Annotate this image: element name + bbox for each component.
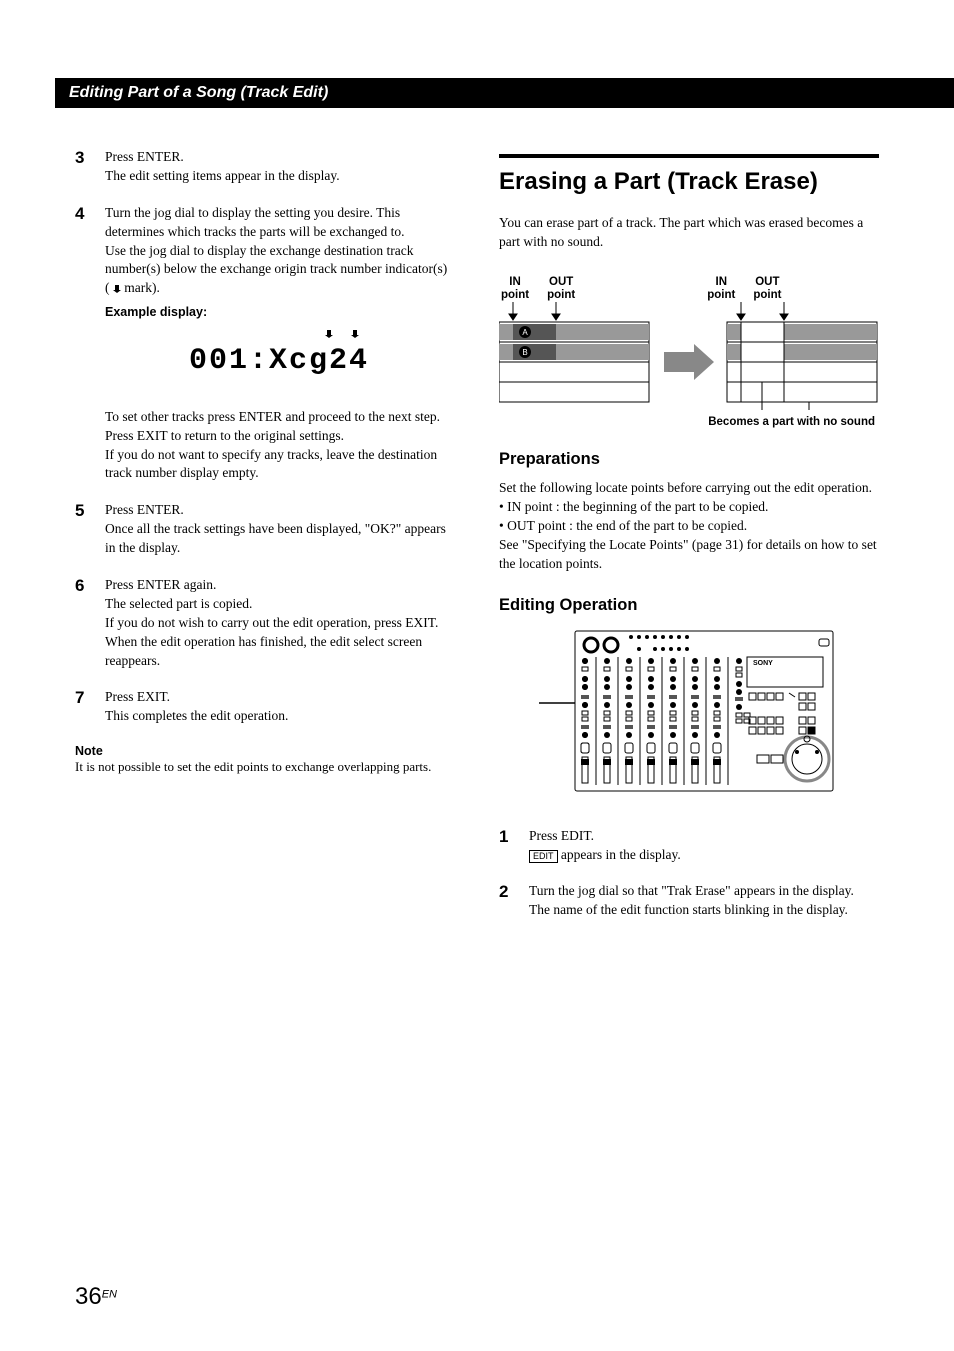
section-header: Editing Part of a Song (Track Edit) xyxy=(55,78,954,108)
svg-text:B: B xyxy=(522,348,527,357)
edit-step-2: 2 Turn the jog dial so that "Trak Erase"… xyxy=(499,882,879,920)
text: Turn the jog dial to display the setting… xyxy=(105,204,453,242)
text: Use the jog dial to display the exchange… xyxy=(105,242,453,299)
diag-label: IN point xyxy=(707,276,735,302)
text: Press EXIT to return to the original set… xyxy=(105,427,453,446)
text: Once all the track settings have been di… xyxy=(105,521,446,555)
svg-text:A: A xyxy=(522,328,528,337)
bullet: • IN point : the beginning of the part t… xyxy=(499,498,879,517)
step-body: Press ENTER. Once all the track settings… xyxy=(105,501,453,558)
text: Press EXIT. xyxy=(105,689,170,704)
step-body: Press ENTER again. The selected part is … xyxy=(105,576,453,670)
diagram-caption: Becomes a part with no sound xyxy=(499,416,879,428)
step-5: 5 Press ENTER. Once all the track settin… xyxy=(75,501,453,558)
step-3: 3 Press ENTER. The edit setting items ap… xyxy=(75,148,453,186)
page-title: Erasing a Part (Track Erase) xyxy=(499,154,879,196)
step-4: 4 Turn the jog dial to display the setti… xyxy=(75,204,453,484)
text: This completes the edit operation. xyxy=(105,708,288,723)
left-column: 3 Press ENTER. The edit setting items ap… xyxy=(75,148,453,938)
step-body: Press EDIT. EDIT appears in the display. xyxy=(529,827,681,865)
text: The selected part is copied. xyxy=(105,596,252,611)
edit-step-1: 1 Press EDIT. EDIT appears in the displa… xyxy=(499,827,879,865)
diagram-svg: A B xyxy=(499,302,879,412)
text: Press ENTER. xyxy=(105,502,184,517)
svg-text:SONY: SONY xyxy=(753,660,773,667)
step-number: 1 xyxy=(499,827,529,865)
page-number-value: 36 xyxy=(75,1283,102,1310)
diag-label: IN point xyxy=(501,276,529,302)
text: The name of the edit function starts bli… xyxy=(529,902,848,917)
text: If you do not wish to carry out the edit… xyxy=(105,615,438,630)
text: To set other tracks press ENTER and proc… xyxy=(105,408,453,427)
text: Turn the jog dial so that "Trak Erase" a… xyxy=(529,883,854,898)
text: mark). xyxy=(124,280,160,295)
page-number-suffix: EN xyxy=(102,1289,117,1301)
step-6: 6 Press ENTER again. The selected part i… xyxy=(75,576,453,670)
step-body: Press ENTER. The edit setting items appe… xyxy=(105,148,340,186)
marker-icon xyxy=(351,330,359,338)
text: The edit setting items appear in the dis… xyxy=(105,168,340,183)
device-illustration: SONY xyxy=(539,627,839,797)
step-number: 3 xyxy=(75,148,105,186)
step-body: Turn the jog dial to display the setting… xyxy=(105,204,453,484)
step-number: 6 xyxy=(75,576,105,670)
diag-label: OUT point xyxy=(753,276,781,302)
text: Set the following locate points before c… xyxy=(499,479,879,498)
lcd-text: 001:Xcg24 xyxy=(189,344,369,378)
lcd-display: 001:Xcg24 xyxy=(105,340,453,382)
lcd-markers xyxy=(231,330,453,338)
text: See "Specifying the Locate Points" (page… xyxy=(499,536,879,574)
step-body: Turn the jog dial so that "Trak Erase" a… xyxy=(529,882,854,920)
edit-key-badge: EDIT xyxy=(529,850,558,863)
text: If you do not want to specify any tracks… xyxy=(105,446,453,484)
step-7: 7 Press EXIT. This completes the edit op… xyxy=(75,688,453,726)
text: Press ENTER again. xyxy=(105,577,216,592)
down-mark-icon xyxy=(113,285,121,293)
example-label: Example display: xyxy=(105,304,453,322)
text-block: Set the following locate points before c… xyxy=(499,479,879,573)
step-number: 7 xyxy=(75,688,105,726)
text: When the edit operation has finished, th… xyxy=(105,634,422,668)
step-number: 4 xyxy=(75,204,105,484)
bullet: • OUT point : the end of the part to be … xyxy=(499,517,879,536)
marker-icon xyxy=(325,330,333,338)
text: Press EDIT. xyxy=(529,828,594,843)
intro-text: You can erase part of a track. The part … xyxy=(499,214,879,252)
page-number: 36EN xyxy=(75,1283,117,1311)
right-column: Erasing a Part (Track Erase) You can era… xyxy=(499,148,879,938)
diag-label: OUT point xyxy=(547,276,575,302)
step-body: Press EXIT. This completes the edit oper… xyxy=(105,688,288,726)
editing-operation-heading: Editing Operation xyxy=(499,596,879,615)
note-body: It is not possible to set the edit point… xyxy=(75,758,453,776)
note-heading: Note xyxy=(75,744,453,758)
erase-diagram: IN point OUT point IN point OUT point xyxy=(499,276,879,428)
two-column-layout: 3 Press ENTER. The edit setting items ap… xyxy=(75,148,879,938)
step-number: 2 xyxy=(499,882,529,920)
text: Press ENTER. xyxy=(105,149,184,164)
text: appears in the display. xyxy=(558,847,681,862)
step-number: 5 xyxy=(75,501,105,558)
preparations-heading: Preparations xyxy=(499,450,879,469)
